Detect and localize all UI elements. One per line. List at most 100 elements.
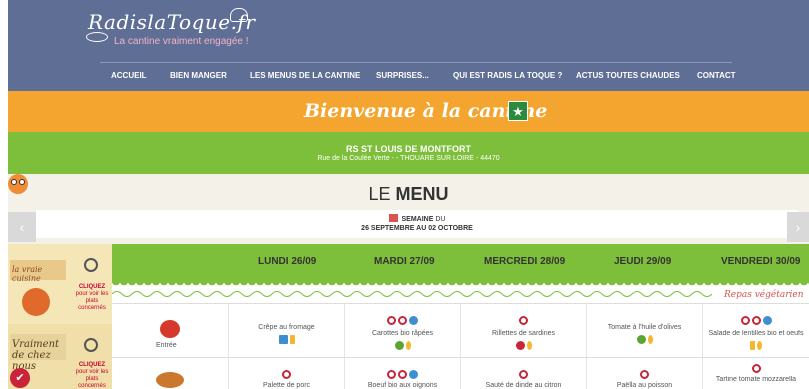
local-label-icon <box>387 316 396 325</box>
dish-name: Carottes bio râpées <box>371 330 434 337</box>
dish-name: Palette de porc <box>262 382 311 389</box>
menu-title-prefix: LE <box>368 184 391 204</box>
site-logo[interactable]: RadislaToque.fr La cantine vraiment enga… <box>86 8 255 47</box>
local-label-icon <box>387 370 396 379</box>
week-du: DU <box>435 216 446 223</box>
bio-label-icon <box>409 316 418 325</box>
pen-icon <box>289 335 295 344</box>
site-header: RadislaToque.fr La cantine vraiment enga… <box>8 0 809 91</box>
mascot-icon <box>8 174 30 208</box>
local-label-icon <box>740 316 750 325</box>
dish-name: Sauté de dinde au citron <box>485 382 562 389</box>
nav-contact[interactable]: CONTACT <box>697 71 736 80</box>
day-header-row: LUNDI 26/09 MARDI 27/09 MERCREDI 28/09 J… <box>112 244 809 287</box>
sun-icon <box>405 341 411 350</box>
promo-title: la vraie cuisine <box>10 260 66 283</box>
day-wednesday: MERCREDI 28/09 <box>484 256 566 267</box>
local-label-icon <box>282 370 291 379</box>
school-name: RS ST LOUIS DE MONTFORT <box>346 144 471 154</box>
fish-icon <box>515 341 525 350</box>
school-address: Rue de la Coulée Verte - - THOUARE SUR L… <box>317 155 500 162</box>
dish-cell[interactable]: Paëlla au poisson <box>586 358 702 389</box>
homemade-label-icon <box>398 370 407 379</box>
promo-cta-sub: pour voir les plats concernés <box>75 369 109 389</box>
promo-vraie-cuisine[interactable]: la vraie cuisine CLIQUEZ pour voir les p… <box>8 244 112 324</box>
promo-cta-label: CLIQUEZ <box>78 284 106 290</box>
menu-title-bold: MENU <box>395 184 449 204</box>
dish-cell[interactable]: Tartine tomate mozzarella <box>702 358 809 389</box>
magnifier-icon <box>84 338 98 352</box>
mascot-eye <box>11 179 17 185</box>
week-range: 26 SEPTEMBRE AU 02 OCTOBRE <box>361 225 473 232</box>
day-tuesday: MARDI 27/09 <box>374 256 435 267</box>
promo-cta[interactable]: CLIQUEZ pour voir les plats concernés <box>72 284 112 312</box>
table-row: Palette de porc Boeuf bio aux oignons Sa… <box>112 357 809 389</box>
sun-icon <box>757 341 762 350</box>
promo-title: Vraiment de chez nous <box>10 334 66 372</box>
sun-icon <box>647 335 653 344</box>
school-banner: RS ST LOUIS DE MONTFORT Rue de la Coulée… <box>8 132 809 174</box>
bio-label-icon <box>762 316 772 325</box>
nav-bien-manger[interactable]: BIEN MANGER <box>170 71 227 80</box>
magnifier-icon <box>84 258 98 272</box>
chef-hat-icon <box>230 8 248 22</box>
pen-icon <box>750 341 755 350</box>
calendar-icon <box>388 214 398 222</box>
local-label-icon <box>751 364 761 373</box>
star-icon[interactable]: ★ <box>508 101 528 121</box>
day-friday: VENDREDI 30/09 <box>721 256 801 267</box>
nav-accueil[interactable]: ACCUEIL <box>111 71 147 80</box>
welcome-banner: Bienvenue à la cantine ★ <box>8 91 809 132</box>
nav-surprises[interactable]: SURPRISES... <box>376 71 429 80</box>
nav-menus[interactable]: LES MENUS DE LA CANTINE <box>250 71 360 80</box>
dish-name: Rillettes de sardines <box>491 330 556 337</box>
sun-icon <box>526 341 532 350</box>
nav-qui-est[interactable]: QUI EST RADIS LA TOQUE ? <box>453 71 562 80</box>
dish-cell[interactable]: Rillettes de sardines <box>460 304 586 357</box>
prev-week-arrow[interactable]: ‹ <box>8 212 36 242</box>
bio-label-icon <box>409 370 418 379</box>
menu-title: LE MENU <box>8 184 809 205</box>
dish-cell[interactable]: Palette de porc <box>228 358 344 389</box>
dish-cell[interactable]: Tomate à l'huile d'olives <box>586 304 702 357</box>
category-cell <box>112 358 228 389</box>
logo-tagline: La cantine vraiment engagée ! <box>114 36 249 47</box>
dish-name: Boeuf bio aux oignons <box>367 382 438 389</box>
category-label: Entrée <box>156 342 177 349</box>
local-label-icon <box>519 316 528 325</box>
table-row: Entrée Crêpe au fromage Carottes bio râp… <box>112 303 809 357</box>
dish-cell[interactable]: Sauté de dinde au citron <box>460 358 586 389</box>
nav-actus[interactable]: ACTUS TOUTES CHAUDES <box>576 71 680 80</box>
dish-cell[interactable]: Carottes bio râpées <box>344 304 460 357</box>
dish-name: Crêpe au fromage <box>258 324 315 331</box>
decorative-divider <box>112 291 713 297</box>
day-thursday: JEUDI 29/09 <box>614 256 672 267</box>
leaf-icon <box>394 341 404 350</box>
week-selector: SEMAINE DU 26 SEPTEMBRE AU 02 OCTOBRE <box>36 210 798 238</box>
mascot-eye <box>19 179 25 185</box>
next-week-arrow[interactable]: › <box>787 212 809 242</box>
menu-header: LE MENU ‹ SEMAINE DU 26 SEPTEMBRE AU 02 … <box>8 174 809 244</box>
dish-name: Tartine tomate mozzarella <box>715 376 797 383</box>
local-label-icon <box>640 370 649 379</box>
dish-cell[interactable]: Boeuf bio aux oignons <box>344 358 460 389</box>
chef-mascot-icon <box>22 288 50 316</box>
glass-icon <box>278 335 288 344</box>
promo-cta[interactable]: CLIQUEZ pour voir les plats concernés <box>72 362 112 389</box>
week-label: SEMAINE <box>401 216 434 223</box>
promo-cta-sub: pour voir les plats concernés <box>75 291 109 311</box>
vegetarian-label: Repas végétarien <box>724 290 804 300</box>
homemade-label-icon <box>751 316 761 325</box>
dish-cell[interactable]: Salade de lentilles bio et oeufs <box>702 304 809 357</box>
leaf-icon <box>636 335 646 344</box>
day-monday: LUNDI 26/09 <box>258 256 317 267</box>
roast-icon <box>156 372 184 388</box>
dish-cell[interactable]: Crêpe au fromage <box>228 304 344 357</box>
tomato-icon <box>160 320 180 338</box>
spoon-icon <box>86 32 108 42</box>
dish-name: Salade de lentilles bio et oeufs <box>708 330 804 337</box>
dish-name: Paëlla au poisson <box>616 382 673 389</box>
check-badge-icon[interactable]: ✔ <box>10 368 30 388</box>
dish-name: Tomate à l'huile d'olives <box>607 324 682 331</box>
category-cell: Entrée <box>112 304 228 357</box>
